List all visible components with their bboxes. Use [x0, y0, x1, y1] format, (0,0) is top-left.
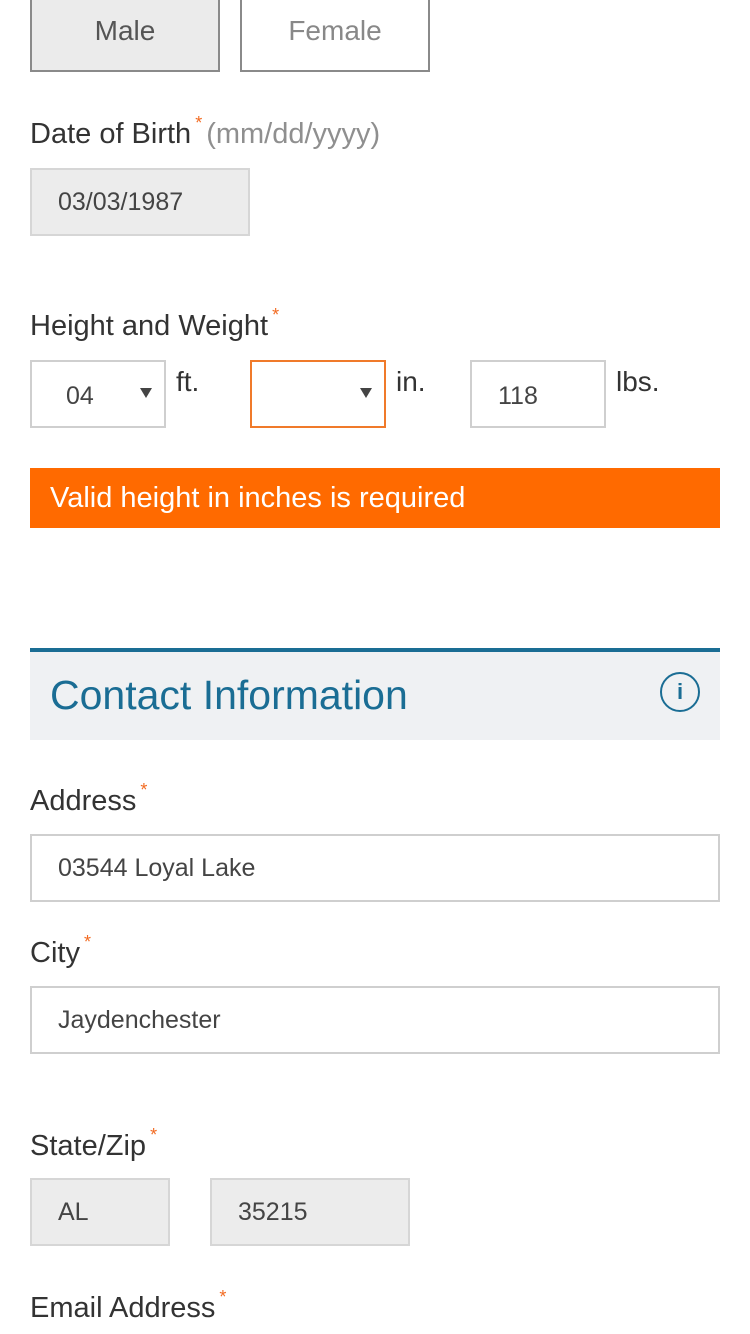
gender-female-label: Female	[288, 15, 382, 46]
state-value: AL	[58, 1197, 89, 1226]
height-feet-select[interactable]: 04	[30, 360, 166, 428]
email-label: Email Address *	[30, 1287, 226, 1325]
inches-unit-label: in.	[396, 366, 426, 397]
dob-field[interactable]: 03/03/1987	[30, 168, 250, 236]
contact-section-title: Contact Information	[50, 672, 408, 718]
address-input[interactable]: 03544 Loyal Lake	[30, 834, 720, 902]
weight-unit-label: lbs.	[616, 366, 660, 397]
dob-value: 03/03/1987	[58, 187, 184, 216]
city-required-mark: *	[83, 932, 91, 952]
height-inches-select[interactable]	[250, 360, 386, 428]
height-error-message: Valid height in inches is required	[30, 468, 720, 528]
state-zip-label-text: State/Zip	[30, 1130, 147, 1162]
chevron-down-icon	[140, 388, 152, 398]
height-feet-value: 04	[66, 381, 94, 410]
address-value: 03544 Loyal Lake	[58, 853, 256, 882]
city-value: Jaydenchester	[58, 1005, 221, 1034]
address-label: Address *	[30, 780, 147, 818]
height-weight-required-mark: *	[272, 305, 280, 325]
dob-label: Date of Birth * (mm/dd/yyyy)	[30, 113, 381, 151]
email-label-text: Email Address	[30, 1292, 216, 1324]
height-weight-label-text: Height and Weight	[30, 310, 269, 342]
contact-section-header: Contact Information i	[30, 648, 720, 740]
zip-value: 35215	[238, 1197, 308, 1226]
info-icon[interactable]: i	[660, 672, 700, 712]
state-zip-label: State/Zip *	[30, 1125, 157, 1163]
weight-value: 118	[498, 381, 538, 410]
gender-male-button[interactable]: Male	[30, 0, 220, 72]
height-error-text: Valid height in inches is required	[50, 481, 466, 514]
dob-format-hint: (mm/dd/yyyy)	[206, 118, 381, 150]
address-required-mark: *	[140, 780, 148, 800]
city-input[interactable]: Jaydenchester	[30, 986, 720, 1054]
state-field[interactable]: AL	[30, 1178, 170, 1246]
gender-female-button[interactable]: Female	[240, 0, 430, 72]
email-required-mark: *	[219, 1287, 227, 1307]
weight-input[interactable]: 118	[470, 360, 606, 428]
height-weight-label: Height and Weight *	[30, 305, 279, 343]
state-zip-required-mark: *	[150, 1125, 158, 1145]
city-label: City *	[30, 932, 91, 970]
chevron-down-icon	[360, 388, 372, 398]
zip-field[interactable]: 35215	[210, 1178, 410, 1246]
feet-unit-label: ft.	[176, 366, 200, 397]
gender-male-label: Male	[94, 15, 156, 46]
address-label-text: Address	[30, 785, 137, 817]
dob-label-text: Date of Birth	[30, 118, 192, 150]
dob-required-mark: *	[195, 113, 203, 133]
city-label-text: City	[30, 937, 80, 969]
